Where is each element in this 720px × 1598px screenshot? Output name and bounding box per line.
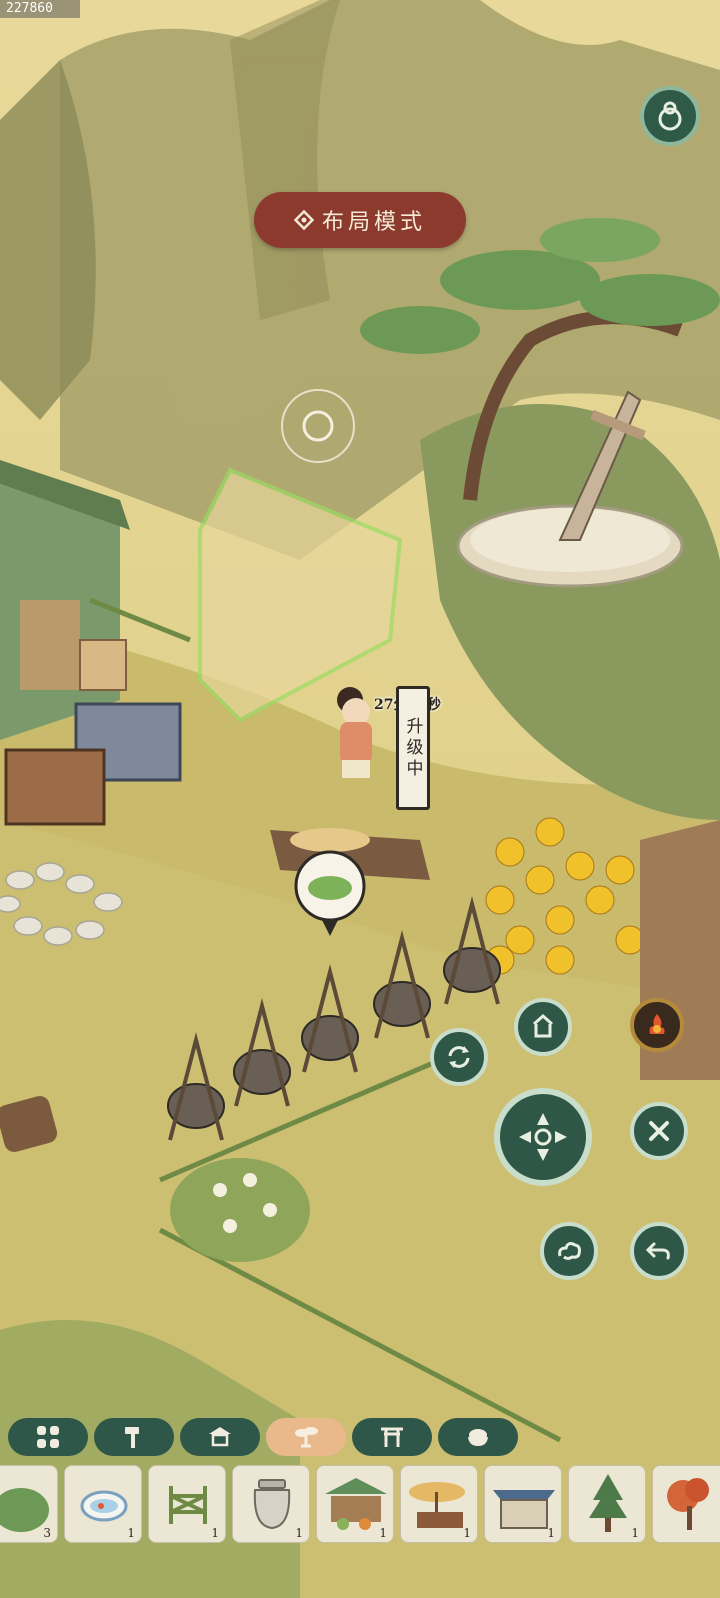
- item-count: 1: [463, 1526, 471, 1540]
- upgrade-status-text: 升级中: [402, 716, 423, 780]
- move-icon: [519, 1113, 567, 1161]
- cancel-button[interactable]: [630, 1102, 688, 1160]
- pavilion-icon: [209, 1427, 231, 1447]
- undo-icon: [645, 1242, 670, 1260]
- tab-buildings[interactable]: [180, 1418, 260, 1456]
- tab-gates[interactable]: [352, 1418, 432, 1456]
- item-inventory-row: 3 1 1 1 1 1 1 1: [0, 1465, 720, 1545]
- item-count: 1: [211, 1526, 219, 1540]
- tab-plants[interactable]: [266, 1418, 346, 1456]
- cloud-icon: [558, 1242, 581, 1260]
- category-tab-bar: [8, 1418, 708, 1458]
- tab-all[interactable]: [8, 1418, 88, 1456]
- item-slot-goldfish-bowl[interactable]: 1: [64, 1465, 142, 1543]
- tab-food[interactable]: [438, 1418, 518, 1456]
- item-slot-vegetable-stall[interactable]: 1: [316, 1465, 394, 1543]
- gate-icon: [381, 1427, 403, 1447]
- maple-tree-icon: [667, 1478, 709, 1530]
- store-icon: [533, 1013, 553, 1038]
- rotate-button[interactable]: [430, 1028, 488, 1086]
- item-slot-fence[interactable]: 1: [148, 1465, 226, 1543]
- item-slot-maple-tree[interactable]: [652, 1465, 720, 1543]
- item-slot-bush[interactable]: 3: [0, 1465, 58, 1543]
- bonsai-tree-icon: [295, 1427, 318, 1448]
- upgrade-status-sign: 升级中: [396, 686, 430, 810]
- cloud-button[interactable]: [540, 1222, 598, 1280]
- hammer-icon: [125, 1427, 139, 1448]
- item-count: 1: [379, 1526, 387, 1540]
- item-slot-market-stall[interactable]: 1: [484, 1465, 562, 1543]
- rotate-icon: [448, 1046, 470, 1068]
- grid-icon: [37, 1426, 59, 1448]
- undo-button[interactable]: [630, 1222, 688, 1280]
- diamond-icon: [293, 210, 314, 230]
- item-count: 1: [631, 1526, 639, 1540]
- gourd-menu-button[interactable]: [640, 86, 700, 146]
- tab-tools[interactable]: [94, 1418, 174, 1456]
- gourd-icon: [658, 101, 682, 131]
- move-button[interactable]: [494, 1088, 592, 1186]
- bonfire-icon: [649, 1014, 665, 1034]
- item-count: 1: [547, 1526, 555, 1540]
- item-slot-pine-tree[interactable]: 1: [568, 1465, 646, 1543]
- session-id-label: 227860: [0, 0, 80, 18]
- item-slot-umbrella-stall[interactable]: 1: [400, 1465, 478, 1543]
- item-count: 1: [127, 1526, 135, 1540]
- item-slot-jar[interactable]: 1: [232, 1465, 310, 1543]
- mode-banner-text: 布局模式: [321, 210, 426, 235]
- cancel-icon: [649, 1121, 669, 1141]
- bonfire-button[interactable]: [630, 998, 684, 1052]
- item-count: 3: [43, 1526, 51, 1540]
- store-button[interactable]: [514, 998, 572, 1056]
- item-count: 1: [295, 1526, 303, 1540]
- rice-bowl-icon: [468, 1429, 488, 1446]
- layout-mode-banner: 布局模式: [254, 192, 466, 248]
